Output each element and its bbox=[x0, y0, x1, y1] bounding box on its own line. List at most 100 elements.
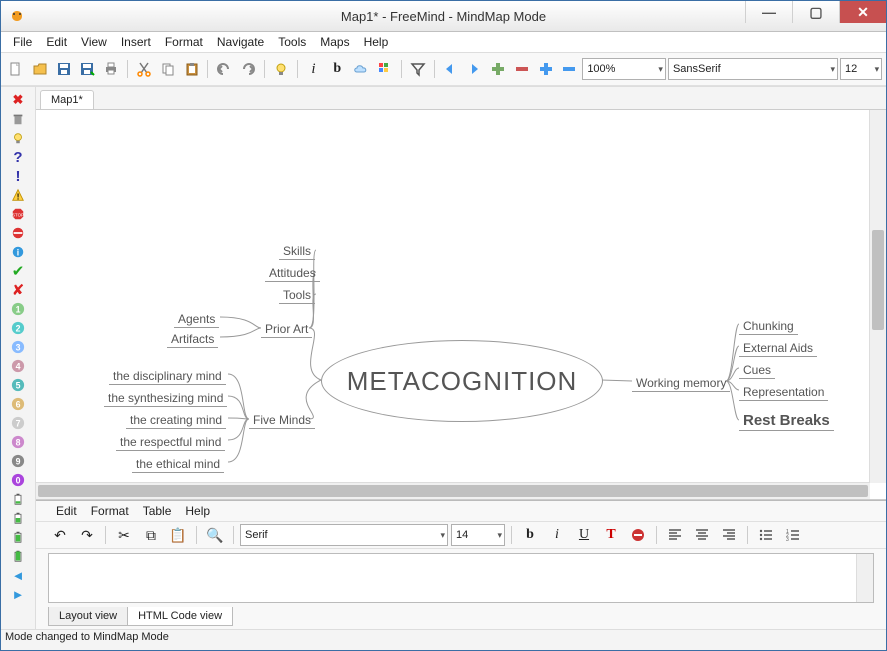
mindmap-root[interactable]: METACOGNITION bbox=[321, 340, 603, 422]
bold-icon[interactable]: b bbox=[326, 57, 348, 81]
palette-exclaim[interactable]: ! bbox=[9, 167, 27, 185]
palette-batt2[interactable] bbox=[9, 509, 27, 527]
palette-c1[interactable]: 1 bbox=[9, 300, 27, 318]
node-attitudes[interactable]: Attitudes bbox=[265, 266, 320, 282]
node-the-ethical-mind[interactable]: the ethical mind bbox=[132, 457, 224, 473]
palette-info[interactable]: i bbox=[9, 243, 27, 261]
palette-x-red[interactable]: ✖ bbox=[9, 91, 27, 109]
editor-copy-icon[interactable]: ⧉ bbox=[139, 523, 163, 547]
node-the-creating-mind[interactable]: the creating mind bbox=[126, 413, 226, 429]
font-family-combo[interactable]: SansSerif▾ bbox=[668, 58, 838, 80]
editor-redo-icon[interactable]: ↷ bbox=[75, 523, 99, 547]
palette-batt3[interactable] bbox=[9, 528, 27, 546]
palette-c3[interactable]: 3 bbox=[9, 338, 27, 356]
editor-list-number-icon[interactable]: 123 bbox=[781, 523, 805, 547]
editor-paste-icon[interactable]: 📋 bbox=[166, 523, 190, 547]
canvas-area[interactable]: METACOGNITION Prior Art Skills Attitudes Too… bbox=[36, 110, 886, 500]
cloud-icon[interactable] bbox=[350, 57, 372, 81]
palette-c4[interactable]: 4 bbox=[9, 357, 27, 375]
node-representation[interactable]: Representation bbox=[739, 385, 828, 401]
menu-format[interactable]: Format bbox=[159, 33, 209, 51]
menu-view[interactable]: View bbox=[75, 33, 113, 51]
add-child-icon[interactable] bbox=[535, 57, 557, 81]
editor-find-icon[interactable]: 🔍 bbox=[203, 523, 227, 547]
palette-c2[interactable]: 2 bbox=[9, 319, 27, 337]
menu-edit[interactable]: Edit bbox=[40, 33, 73, 51]
node-five-minds[interactable]: Five Minds bbox=[249, 413, 315, 429]
node-the-respectful-mind[interactable]: the respectful mind bbox=[116, 435, 225, 451]
editor-font-combo[interactable]: Serif▾ bbox=[240, 524, 448, 546]
menu-maps[interactable]: Maps bbox=[314, 33, 355, 51]
color-icon[interactable] bbox=[374, 57, 396, 81]
editor-cut-icon[interactable]: ✂ bbox=[112, 523, 136, 547]
editor-italic-icon[interactable]: i bbox=[545, 523, 569, 547]
editor-menu-edit[interactable]: Edit bbox=[50, 502, 83, 520]
palette-back[interactable]: ◄ bbox=[9, 566, 27, 584]
palette-c8[interactable]: 8 bbox=[9, 433, 27, 451]
remove-child-icon[interactable] bbox=[559, 57, 581, 81]
vertical-scrollbar[interactable] bbox=[869, 110, 886, 483]
editor-font-size-combo[interactable]: 14▾ bbox=[451, 524, 505, 546]
editor-underline-icon[interactable]: U bbox=[572, 523, 596, 547]
editor-list-bullet-icon[interactable] bbox=[754, 523, 778, 547]
palette-c0[interactable]: 0 bbox=[9, 471, 27, 489]
zoom-combo[interactable]: 100%▾ bbox=[582, 58, 666, 80]
editor-align-right-icon[interactable] bbox=[717, 523, 741, 547]
editor-align-left-icon[interactable] bbox=[663, 523, 687, 547]
node-agents[interactable]: Agents bbox=[174, 312, 219, 328]
editor-bold-icon[interactable]: b bbox=[518, 523, 542, 547]
save-as-icon[interactable] bbox=[76, 57, 98, 81]
palette-stop[interactable]: STOP bbox=[9, 205, 27, 223]
node-rest-breaks[interactable]: Rest Breaks bbox=[739, 412, 834, 431]
node-the-disciplinary-mind[interactable]: the disciplinary mind bbox=[109, 369, 226, 385]
editor-undo-icon[interactable]: ↶ bbox=[48, 523, 72, 547]
palette-question[interactable]: ? bbox=[9, 148, 27, 166]
close-button[interactable]: ✕ bbox=[839, 1, 886, 23]
editor-text-color-icon[interactable]: T bbox=[599, 523, 623, 547]
menu-navigate[interactable]: Navigate bbox=[211, 33, 270, 51]
redo-icon[interactable] bbox=[237, 57, 259, 81]
horizontal-scrollbar[interactable] bbox=[36, 482, 870, 499]
palette-batt4[interactable] bbox=[9, 547, 27, 565]
node-chunking[interactable]: Chunking bbox=[739, 319, 798, 335]
nav-left-icon[interactable] bbox=[439, 57, 461, 81]
palette-check[interactable]: ✔ bbox=[9, 262, 27, 280]
node-prior-art[interactable]: Prior Art bbox=[261, 322, 312, 338]
menu-tools[interactable]: Tools bbox=[272, 33, 312, 51]
palette-bulb[interactable] bbox=[9, 129, 27, 147]
paste-icon[interactable] bbox=[181, 57, 203, 81]
palette-c9[interactable]: 9 bbox=[9, 452, 27, 470]
palette-deny[interactable] bbox=[9, 224, 27, 242]
palette-fwd[interactable]: ► bbox=[9, 585, 27, 603]
editor-align-center-icon[interactable] bbox=[690, 523, 714, 547]
minimize-button[interactable]: — bbox=[745, 1, 792, 23]
copy-icon[interactable] bbox=[157, 57, 179, 81]
save-icon[interactable] bbox=[53, 57, 75, 81]
palette-batt1[interactable] bbox=[9, 490, 27, 508]
palette-c7[interactable]: 7 bbox=[9, 414, 27, 432]
palette-c6[interactable]: 6 bbox=[9, 395, 27, 413]
remove-node-icon[interactable] bbox=[511, 57, 533, 81]
new-file-icon[interactable] bbox=[5, 57, 27, 81]
node-artifacts[interactable]: Artifacts bbox=[167, 332, 218, 348]
palette-c5[interactable]: 5 bbox=[9, 376, 27, 394]
editor-menu-help[interactable]: Help bbox=[179, 502, 216, 520]
editor-text-area[interactable] bbox=[48, 553, 874, 603]
menu-help[interactable]: Help bbox=[358, 33, 395, 51]
filter-icon[interactable] bbox=[407, 57, 429, 81]
node-skills[interactable]: Skills bbox=[279, 244, 315, 260]
add-node-icon[interactable] bbox=[487, 57, 509, 81]
maximize-button[interactable]: ▢ bbox=[792, 1, 839, 23]
palette-warn[interactable]: ! bbox=[9, 186, 27, 204]
tab-html-code-view[interactable]: HTML Code view bbox=[127, 607, 233, 626]
nav-right-icon[interactable] bbox=[463, 57, 485, 81]
editor-clear-format-icon[interactable] bbox=[626, 523, 650, 547]
node-tools[interactable]: Tools bbox=[279, 288, 315, 304]
tab-map1[interactable]: Map1* bbox=[40, 90, 94, 109]
undo-icon[interactable] bbox=[213, 57, 235, 81]
node-working-memory[interactable]: Working memory bbox=[632, 376, 730, 392]
palette-cross[interactable]: ✘ bbox=[9, 281, 27, 299]
editor-scrollbar[interactable] bbox=[856, 554, 873, 602]
node-external-aids[interactable]: External Aids bbox=[739, 341, 817, 357]
print-icon[interactable] bbox=[100, 57, 122, 81]
